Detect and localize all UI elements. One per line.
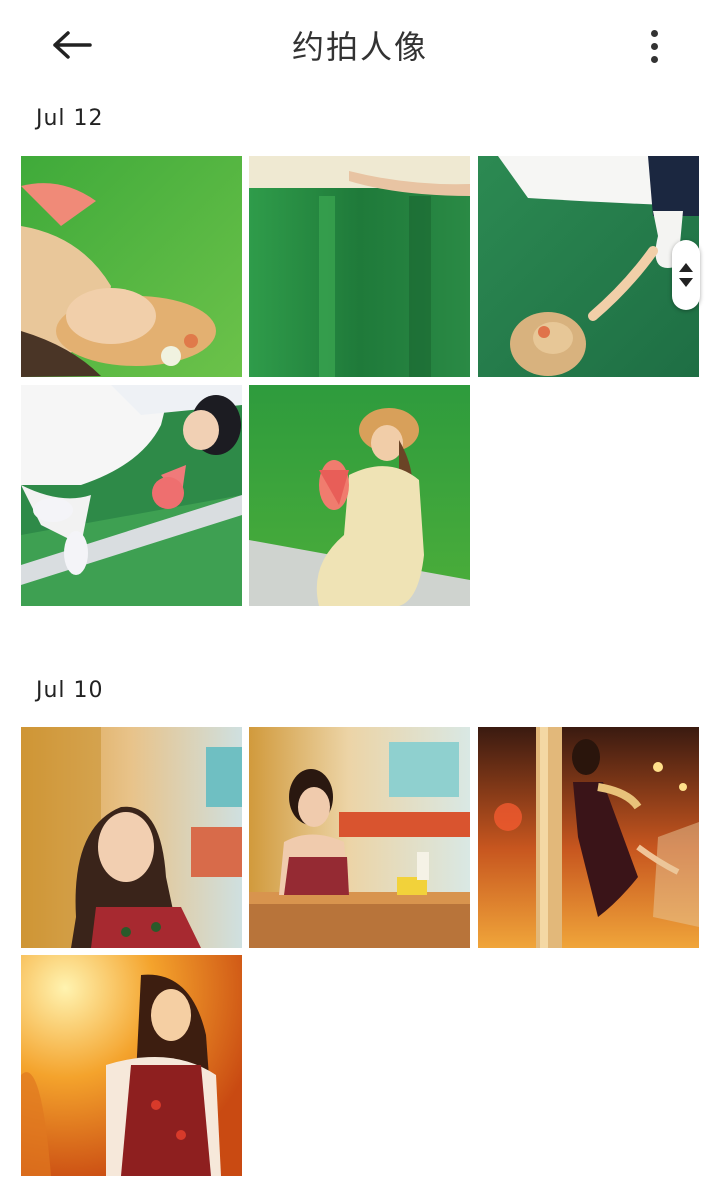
page-title: 约拍人像 — [291, 28, 428, 66]
photo-thumbnail[interactable] — [249, 156, 470, 377]
photo-thumbnail[interactable] — [21, 727, 242, 948]
date-header: Jul 10 — [36, 678, 104, 703]
photo-image — [249, 727, 470, 948]
photo-thumbnail[interactable] — [21, 385, 242, 606]
photo-image — [478, 156, 699, 377]
photo-thumbnail[interactable] — [478, 727, 699, 948]
fast-scroll-handle[interactable] — [672, 240, 700, 310]
photo-thumbnail[interactable] — [249, 385, 470, 606]
more-vertical-icon-dot — [650, 42, 658, 50]
more-options-button[interactable] — [634, 24, 674, 68]
photo-thumbnail[interactable] — [21, 955, 242, 1176]
photo-image — [21, 727, 242, 948]
photo-image — [249, 156, 470, 377]
photo-image — [21, 385, 242, 606]
arrow-up-icon — [679, 263, 693, 272]
top-app-bar: 约拍人像 — [0, 0, 720, 90]
date-header: Jul 12 — [36, 106, 104, 131]
photo-thumbnail[interactable] — [21, 156, 242, 377]
arrow-down-icon — [679, 278, 693, 287]
photo-thumbnail[interactable] — [478, 156, 699, 377]
photo-thumbnail[interactable] — [249, 727, 470, 948]
more-vertical-icon-dot — [650, 55, 658, 63]
more-vertical-icon — [650, 29, 658, 37]
photo-image — [478, 727, 699, 948]
photo-image — [21, 156, 242, 377]
photo-image — [249, 385, 470, 606]
photo-image — [21, 955, 242, 1176]
